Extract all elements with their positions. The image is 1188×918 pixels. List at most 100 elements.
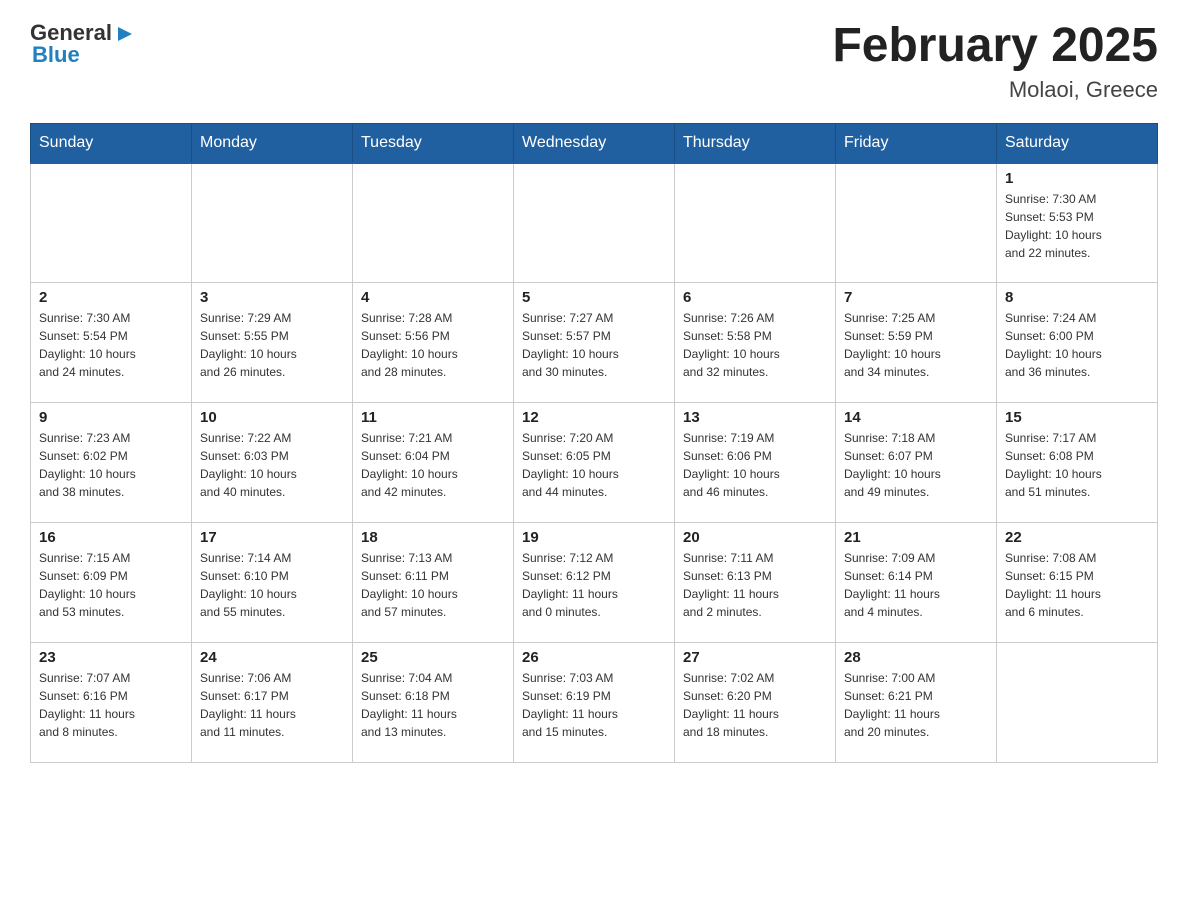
- day-number: 11: [361, 409, 505, 426]
- day-info: Sunrise: 7:25 AMSunset: 5:59 PMDaylight:…: [844, 309, 988, 381]
- day-number: 19: [522, 529, 666, 546]
- day-number: 26: [522, 649, 666, 666]
- calendar-header: SundayMondayTuesdayWednesdayThursdayFrid…: [31, 123, 1158, 163]
- calendar-cell: 15 Sunrise: 7:17 AMSunset: 6:08 PMDayligh…: [997, 403, 1158, 523]
- day-number: 6: [683, 289, 827, 306]
- day-number: 2: [39, 289, 183, 306]
- day-number: 7: [844, 289, 988, 306]
- day-number: 27: [683, 649, 827, 666]
- calendar-cell: 7 Sunrise: 7:25 AMSunset: 5:59 PMDaylight…: [836, 283, 997, 403]
- day-info: Sunrise: 7:26 AMSunset: 5:58 PMDaylight:…: [683, 309, 827, 381]
- calendar-cell: 17 Sunrise: 7:14 AMSunset: 6:10 PMDayligh…: [192, 523, 353, 643]
- calendar-cell: 6 Sunrise: 7:26 AMSunset: 5:58 PMDaylight…: [675, 283, 836, 403]
- calendar-cell: 12 Sunrise: 7:20 AMSunset: 6:05 PMDayligh…: [514, 403, 675, 523]
- day-number: 8: [1005, 289, 1149, 306]
- day-info: Sunrise: 7:29 AMSunset: 5:55 PMDaylight:…: [200, 309, 344, 381]
- day-info: Sunrise: 7:18 AMSunset: 6:07 PMDaylight:…: [844, 429, 988, 501]
- day-number: 21: [844, 529, 988, 546]
- day-info: Sunrise: 7:17 AMSunset: 6:08 PMDaylight:…: [1005, 429, 1149, 501]
- calendar-week-row: 23Sunrise: 7:07 AMSunset: 6:16 PMDayligh…: [31, 643, 1158, 763]
- calendar-subtitle: Molaoi, Greece: [832, 77, 1158, 103]
- day-info: Sunrise: 7:11 AMSunset: 6:13 PMDaylight:…: [683, 549, 827, 621]
- day-info: Sunrise: 7:22 AMSunset: 6:03 PMDaylight:…: [200, 429, 344, 501]
- calendar-cell: [675, 163, 836, 283]
- day-number: 20: [683, 529, 827, 546]
- day-number: 28: [844, 649, 988, 666]
- calendar-cell: [997, 643, 1158, 763]
- calendar-cell: [192, 163, 353, 283]
- calendar-cell: 1Sunrise: 7:30 AMSunset: 5:53 PMDaylight…: [997, 163, 1158, 283]
- day-header-sunday: Sunday: [31, 123, 192, 163]
- day-info: Sunrise: 7:14 AMSunset: 6:10 PMDaylight:…: [200, 549, 344, 621]
- day-info: Sunrise: 7:00 AMSunset: 6:21 PMDaylight:…: [844, 669, 988, 741]
- calendar-cell: 20 Sunrise: 7:11 AMSunset: 6:13 PMDayligh…: [675, 523, 836, 643]
- day-info: Sunrise: 7:30 AMSunset: 5:54 PMDaylight:…: [39, 309, 183, 381]
- day-info: Sunrise: 7:07 AMSunset: 6:16 PMDaylight:…: [39, 669, 183, 741]
- day-info: Sunrise: 7:03 AMSunset: 6:19 PMDaylight:…: [522, 669, 666, 741]
- calendar-cell: 18 Sunrise: 7:13 AMSunset: 6:11 PMDayligh…: [353, 523, 514, 643]
- page-header: General Blue February 2025 Molaoi, Greec…: [30, 20, 1158, 103]
- day-number: 22: [1005, 529, 1149, 546]
- calendar-cell: 3Sunrise: 7:29 AMSunset: 5:55 PMDaylight…: [192, 283, 353, 403]
- logo-text-blue: Blue: [32, 42, 136, 68]
- day-number: 18: [361, 529, 505, 546]
- day-number: 13: [683, 409, 827, 426]
- calendar-week-row: 1Sunrise: 7:30 AMSunset: 5:53 PMDaylight…: [31, 163, 1158, 283]
- day-number: 16: [39, 529, 183, 546]
- day-info: Sunrise: 7:20 AMSunset: 6:05 PMDaylight:…: [522, 429, 666, 501]
- calendar-cell: 25 Sunrise: 7:04 AMSunset: 6:18 PMDayligh…: [353, 643, 514, 763]
- calendar-table: SundayMondayTuesdayWednesdayThursdayFrid…: [30, 123, 1158, 764]
- day-info: Sunrise: 7:27 AMSunset: 5:57 PMDaylight:…: [522, 309, 666, 381]
- day-info: Sunrise: 7:06 AMSunset: 6:17 PMDaylight:…: [200, 669, 344, 741]
- day-number: 25: [361, 649, 505, 666]
- days-of-week-row: SundayMondayTuesdayWednesdayThursdayFrid…: [31, 123, 1158, 163]
- day-info: Sunrise: 7:08 AMSunset: 6:15 PMDaylight:…: [1005, 549, 1149, 621]
- day-number: 10: [200, 409, 344, 426]
- day-header-thursday: Thursday: [675, 123, 836, 163]
- calendar-week-row: 2 Sunrise: 7:30 AMSunset: 5:54 PMDaylight…: [31, 283, 1158, 403]
- day-number: 24: [200, 649, 344, 666]
- calendar-cell: 2 Sunrise: 7:30 AMSunset: 5:54 PMDaylight…: [31, 283, 192, 403]
- day-info: Sunrise: 7:12 AMSunset: 6:12 PMDaylight:…: [522, 549, 666, 621]
- day-header-saturday: Saturday: [997, 123, 1158, 163]
- calendar-cell: 8 Sunrise: 7:24 AMSunset: 6:00 PMDaylight…: [997, 283, 1158, 403]
- day-number: 14: [844, 409, 988, 426]
- day-info: Sunrise: 7:21 AMSunset: 6:04 PMDaylight:…: [361, 429, 505, 501]
- calendar-cell: [514, 163, 675, 283]
- day-number: 12: [522, 409, 666, 426]
- calendar-cell: 9 Sunrise: 7:23 AMSunset: 6:02 PMDaylight…: [31, 403, 192, 523]
- calendar-cell: [31, 163, 192, 283]
- day-info: Sunrise: 7:24 AMSunset: 6:00 PMDaylight:…: [1005, 309, 1149, 381]
- day-info: Sunrise: 7:09 AMSunset: 6:14 PMDaylight:…: [844, 549, 988, 621]
- calendar-cell: 26 Sunrise: 7:03 AMSunset: 6:19 PMDayligh…: [514, 643, 675, 763]
- day-header-tuesday: Tuesday: [353, 123, 514, 163]
- day-header-wednesday: Wednesday: [514, 123, 675, 163]
- day-info: Sunrise: 7:13 AMSunset: 6:11 PMDaylight:…: [361, 549, 505, 621]
- calendar-cell: 13 Sunrise: 7:19 AMSunset: 6:06 PMDayligh…: [675, 403, 836, 523]
- calendar-week-row: 9 Sunrise: 7:23 AMSunset: 6:02 PMDaylight…: [31, 403, 1158, 523]
- calendar-cell: 23Sunrise: 7:07 AMSunset: 6:16 PMDayligh…: [31, 643, 192, 763]
- day-number: 17: [200, 529, 344, 546]
- calendar-cell: 24 Sunrise: 7:06 AMSunset: 6:17 PMDayligh…: [192, 643, 353, 763]
- calendar-cell: 11 Sunrise: 7:21 AMSunset: 6:04 PMDayligh…: [353, 403, 514, 523]
- day-number: 15: [1005, 409, 1149, 426]
- day-info: Sunrise: 7:04 AMSunset: 6:18 PMDaylight:…: [361, 669, 505, 741]
- day-number: 4: [361, 289, 505, 306]
- day-header-friday: Friday: [836, 123, 997, 163]
- calendar-cell: [353, 163, 514, 283]
- calendar-cell: 4 Sunrise: 7:28 AMSunset: 5:56 PMDaylight…: [353, 283, 514, 403]
- calendar-cell: 21 Sunrise: 7:09 AMSunset: 6:14 PMDayligh…: [836, 523, 997, 643]
- day-info: Sunrise: 7:23 AMSunset: 6:02 PMDaylight:…: [39, 429, 183, 501]
- calendar-cell: 27 Sunrise: 7:02 AMSunset: 6:20 PMDayligh…: [675, 643, 836, 763]
- day-header-monday: Monday: [192, 123, 353, 163]
- day-info: Sunrise: 7:02 AMSunset: 6:20 PMDaylight:…: [683, 669, 827, 741]
- calendar-cell: 19 Sunrise: 7:12 AMSunset: 6:12 PMDayligh…: [514, 523, 675, 643]
- day-number: 9: [39, 409, 183, 426]
- day-info: Sunrise: 7:19 AMSunset: 6:06 PMDaylight:…: [683, 429, 827, 501]
- calendar-cell: 10 Sunrise: 7:22 AMSunset: 6:03 PMDayligh…: [192, 403, 353, 523]
- day-info: Sunrise: 7:28 AMSunset: 5:56 PMDaylight:…: [361, 309, 505, 381]
- calendar-cell: 22 Sunrise: 7:08 AMSunset: 6:15 PMDayligh…: [997, 523, 1158, 643]
- logo: General Blue: [30, 20, 136, 68]
- calendar-body: 1Sunrise: 7:30 AMSunset: 5:53 PMDaylight…: [31, 163, 1158, 763]
- calendar-cell: 28 Sunrise: 7:00 AMSunset: 6:21 PMDayligh…: [836, 643, 997, 763]
